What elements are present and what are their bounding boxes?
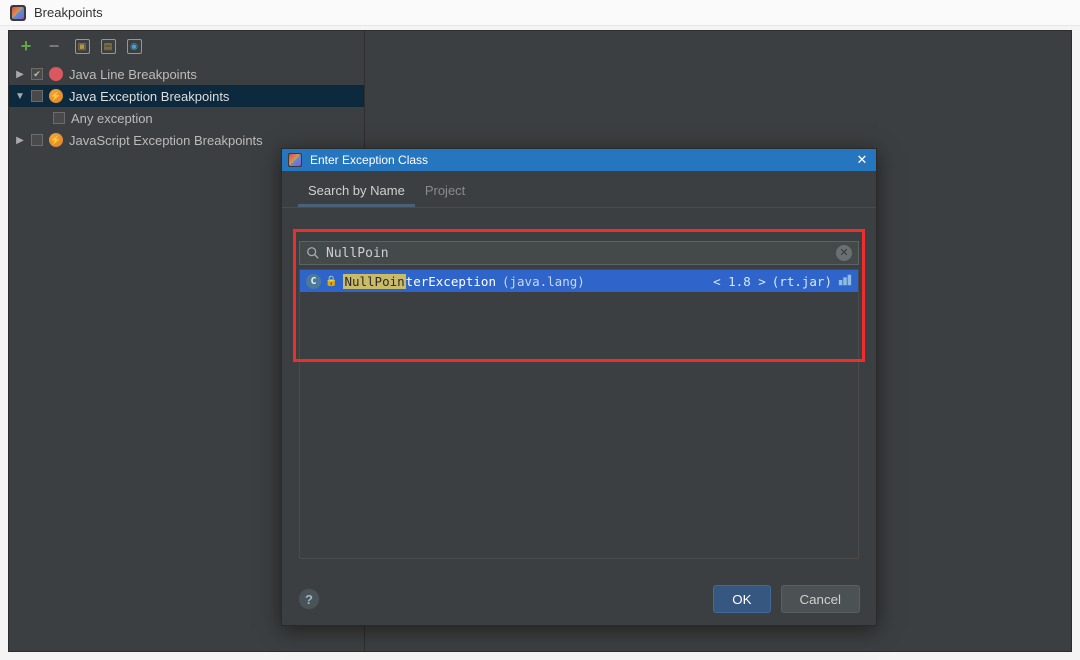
tree-row-label: JavaScript Exception Breakpoints: [69, 133, 263, 148]
cancel-button[interactable]: Cancel: [781, 585, 861, 613]
close-icon[interactable]: ✕: [854, 152, 870, 168]
chevron-right-icon[interactable]: ▶: [15, 135, 25, 146]
result-class-name: NullPointerException: [343, 274, 496, 289]
group-by-type-button[interactable]: ▣: [73, 37, 91, 55]
dialog-titlebar[interactable]: Enter Exception Class ✕: [282, 149, 876, 171]
search-field-wrap[interactable]: ✕: [299, 241, 859, 265]
ok-button[interactable]: OK: [713, 585, 770, 613]
help-button[interactable]: ?: [298, 588, 320, 610]
result-row[interactable]: C 🔒 NullPointerException (java.lang) < 1…: [300, 270, 858, 292]
app-icon: [10, 5, 26, 21]
enable-breakpoint-checkbox[interactable]: [31, 134, 43, 146]
tree-toolbar: + − ▣ ▤ ◉: [9, 31, 364, 61]
search-icon: [306, 246, 320, 260]
tree-row[interactable]: ▶ Java Line Breakpoints: [9, 63, 364, 85]
tree-row-label: Java Exception Breakpoints: [69, 89, 229, 104]
screenshot-frame: Breakpoints + − ▣ ▤ ◉ ▶ Java Line Breakpo…: [0, 0, 1080, 660]
add-breakpoint-button[interactable]: +: [17, 37, 35, 55]
result-package: (java.lang): [502, 274, 585, 289]
search-input[interactable]: [326, 246, 830, 261]
group-by-file-button[interactable]: ▤: [99, 37, 117, 55]
clear-search-icon[interactable]: ✕: [836, 245, 852, 261]
window-titlebar: Breakpoints: [0, 0, 1080, 26]
tree-row[interactable]: Any exception: [9, 107, 364, 129]
jar-label: (rt.jar): [772, 274, 832, 289]
dialog-title: Enter Exception Class: [310, 153, 846, 167]
window-title: Breakpoints: [34, 5, 103, 20]
search-results: C 🔒 NullPointerException (java.lang) < 1…: [299, 269, 859, 559]
enable-breakpoint-checkbox[interactable]: [31, 68, 43, 80]
tree-row[interactable]: ▼ Java Exception Breakpoints: [9, 85, 364, 107]
app-icon: [288, 153, 302, 167]
breakpoints-tree[interactable]: ▶ Java Line Breakpoints ▼ Java Exception Br…: [9, 61, 364, 151]
exception-breakpoint-icon: [49, 89, 63, 103]
library-icon: [838, 273, 852, 290]
result-meta: < 1.8 > (rt.jar): [713, 273, 852, 290]
chevron-right-icon[interactable]: ▶: [15, 69, 25, 80]
enable-breakpoint-checkbox[interactable]: [53, 112, 65, 124]
enter-exception-class-dialog: Enter Exception Class ✕ Search by Name P…: [281, 148, 877, 626]
tab-project[interactable]: Project: [415, 179, 475, 207]
group-by-buttons: ▣ ▤ ◉: [73, 37, 143, 55]
lock-icon: 🔒: [325, 276, 337, 287]
exception-breakpoint-icon: [49, 133, 63, 147]
dialog-button-bar: ? OK Cancel: [298, 585, 860, 613]
dialog-tabs: Search by Name Project: [282, 171, 876, 208]
line-breakpoint-icon: [49, 67, 63, 81]
enable-breakpoint-checkbox[interactable]: [31, 90, 43, 102]
chevron-down-icon[interactable]: ▼: [15, 91, 25, 102]
tree-row-label: Any exception: [71, 111, 153, 126]
tab-search-by-name[interactable]: Search by Name: [298, 179, 415, 207]
group-by-class-button[interactable]: ◉: [125, 37, 143, 55]
remove-breakpoint-button[interactable]: −: [45, 37, 63, 55]
class-icon: C: [306, 274, 321, 289]
jdk-badge: < 1.8 >: [713, 274, 766, 289]
tree-row-label: Java Line Breakpoints: [69, 67, 197, 82]
